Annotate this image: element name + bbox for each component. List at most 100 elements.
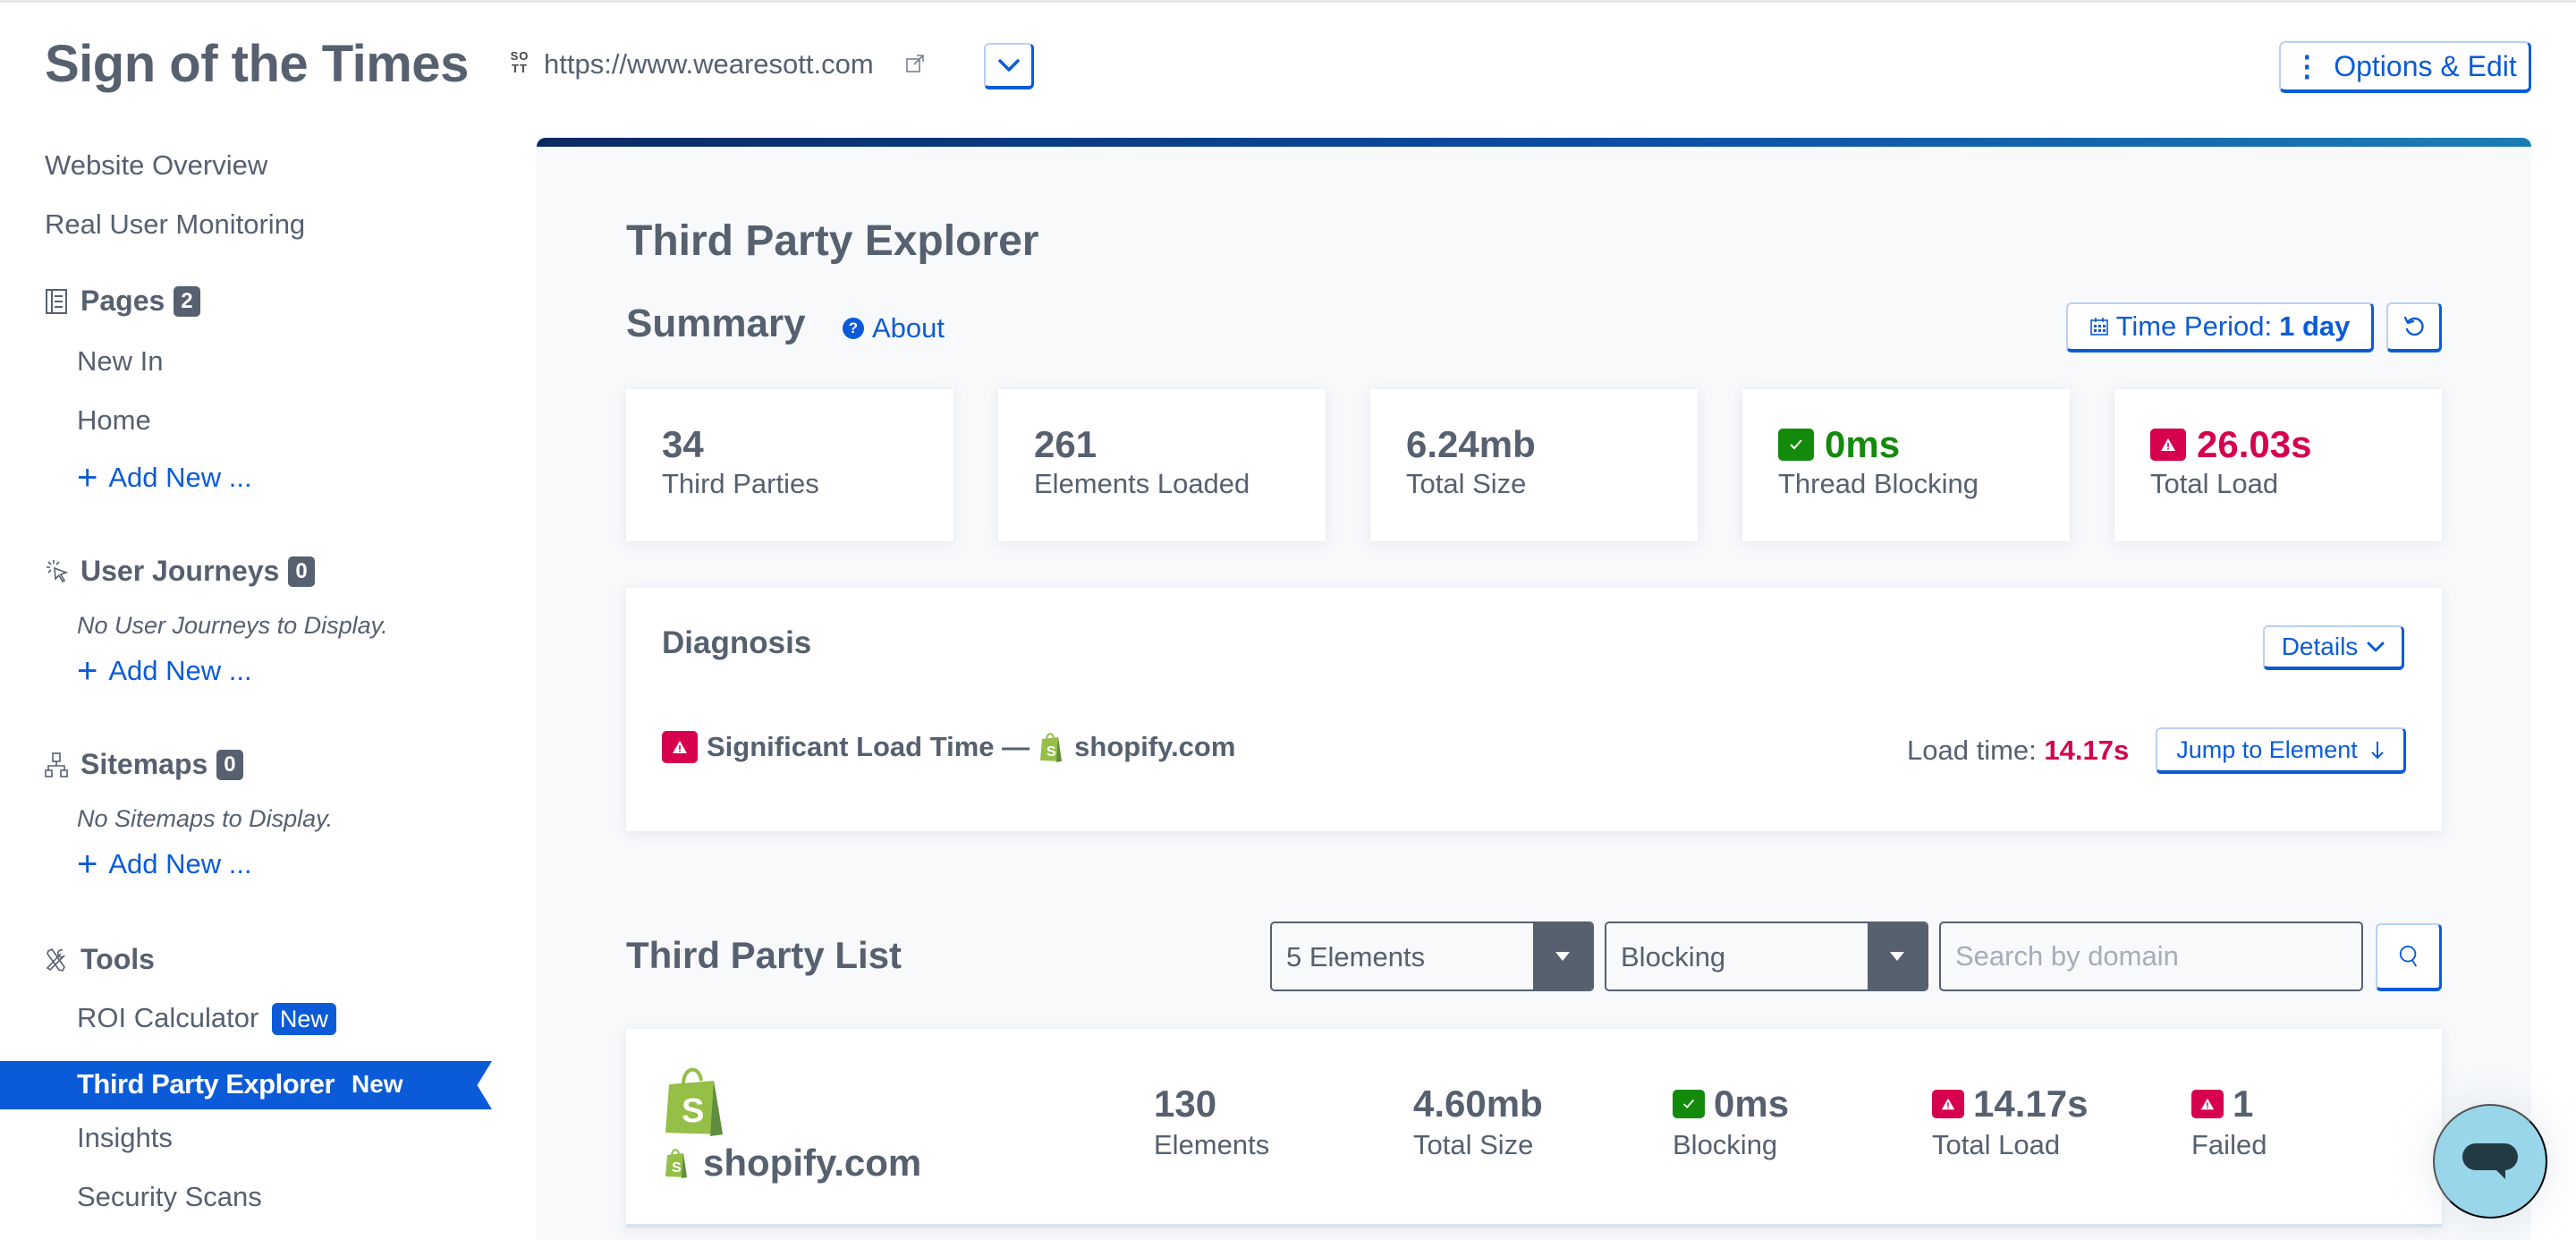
metric-elements: 130 Elements [1154, 1083, 1269, 1161]
diagnosis-title: Diagnosis [662, 625, 812, 660]
load-time-label: Load time: [1907, 735, 2037, 766]
calendar-icon [2089, 318, 2108, 335]
stat-value: 6.24mb [1406, 423, 1536, 465]
add-sitemap-label: Add New ... [108, 848, 252, 879]
stat-card-total-load: 26.03s Total Load [2114, 389, 2442, 541]
load-time-value: 14.17s [2044, 735, 2130, 766]
time-period-button[interactable]: Time Period: 1 day [2066, 302, 2374, 352]
search-icon [2399, 946, 2417, 967]
arrow-down-icon [2371, 742, 2384, 760]
chat-support-button[interactable] [2433, 1104, 2547, 1219]
third-party-domain: S shopify.com [664, 1142, 921, 1185]
sidebar-section-pages[interactable]: Pages 2 [45, 285, 200, 318]
sidebar-item-website-overview[interactable]: Website Overview [45, 149, 267, 182]
stat-value: 0ms [1825, 423, 1901, 465]
sidebar-section-sitemaps[interactable]: Sitemaps 0 [45, 748, 243, 781]
shopify-logo-icon: S [1040, 733, 1063, 762]
site-logo-icon: SO TT [510, 49, 530, 75]
sitemap-icon [45, 752, 68, 777]
new-badge: New [352, 1070, 403, 1098]
element-count-select[interactable]: 5 Elements [1270, 922, 1594, 991]
add-page-link[interactable]: + Add New ... [77, 460, 252, 496]
sidebar-section-user-journeys[interactable]: User Journeys 0 [45, 555, 315, 588]
site-dropdown-button[interactable] [984, 43, 1034, 89]
site-title: Sign of the Times [45, 35, 469, 93]
metric-label: Elements [1154, 1129, 1270, 1160]
pages-count-badge: 2 [174, 285, 200, 317]
metric-value-row: 1 [2191, 1083, 2267, 1125]
stat-value: 34 [662, 423, 704, 465]
sidebar-item-insights[interactable]: Insights [77, 1122, 173, 1154]
sidebar-item-roi-calculator[interactable]: ROI Calculator New [77, 1002, 336, 1035]
user-journeys-label: User Journeys [80, 555, 280, 587]
metric-label: Total Size [1413, 1129, 1534, 1160]
warning-icon [2191, 1090, 2224, 1118]
stat-label: Third Parties [662, 468, 819, 499]
stat-card-third-parties: 34 Third Parties [626, 389, 953, 541]
sidebar-item-rum[interactable]: Real User Monitoring [45, 208, 305, 241]
sort-select[interactable]: Blocking [1605, 922, 1928, 991]
domain-search-input[interactable] [1939, 922, 2363, 991]
check-icon [1673, 1090, 1705, 1118]
stat-value: 261 [1034, 423, 1097, 465]
diagnosis-issue: Significant Load Time — S shopify.com [662, 731, 1235, 763]
options-edit-label: Options & Edit [2334, 49, 2517, 82]
jump-label: Jump to Element [2176, 735, 2358, 763]
third-party-explorer-label: Third Party Explorer [77, 1068, 335, 1100]
stat-label: Thread Blocking [1778, 468, 1979, 499]
third-party-row[interactable]: S S shopify.com 130 Elements 4.60mb Tota… [626, 1029, 2442, 1227]
about-link[interactable]: ? About [843, 312, 945, 344]
metric-label: Failed [2191, 1129, 2267, 1160]
element-count-value: 5 Elements [1286, 941, 1426, 972]
kebab-menu-icon: ⋮ [2292, 50, 2322, 82]
stat-value-row: 0ms [1778, 423, 1900, 466]
user-journeys-empty-text: No User Journeys to Display. [77, 612, 388, 639]
external-link-icon[interactable] [905, 54, 925, 73]
sidebar-section-tools: Tools [45, 943, 155, 976]
warning-icon [1932, 1090, 1964, 1118]
stat-card-total-size: 6.24mb Total Size [1370, 389, 1698, 541]
options-edit-button[interactable]: ⋮ Options & Edit [2279, 41, 2531, 93]
sidebar-page-item[interactable]: Home [77, 404, 151, 437]
refresh-button[interactable] [2386, 302, 2442, 352]
time-period-label: Time Period: [2115, 310, 2273, 342]
chevron-down-icon [997, 59, 1020, 72]
search-button[interactable] [2376, 923, 2442, 991]
stat-value: 26.03s [2197, 423, 2312, 465]
chat-bubble-icon [2462, 1143, 2518, 1179]
sitemaps-empty-text: No Sitemaps to Display. [77, 805, 334, 832]
chevron-down-icon [2367, 641, 2385, 652]
metric-total-load: 14.17s Total Load [1932, 1083, 2088, 1161]
tools-label: Tools [80, 943, 155, 975]
diagnosis-card: Diagnosis Details Significant Load Time … [626, 588, 2442, 831]
sidebar-page-item[interactable]: New In [77, 345, 163, 378]
metric-size: 4.60mb Total Size [1413, 1083, 1543, 1161]
summary-title: Summary [626, 302, 806, 345]
details-button[interactable]: Details [2263, 625, 2404, 670]
page-title: Third Party Explorer [626, 217, 1039, 265]
add-sitemap-link[interactable]: + Add New ... [77, 846, 252, 882]
metric-label: Total Load [1932, 1129, 2061, 1160]
stat-label: Elements Loaded [1034, 468, 1250, 499]
details-label: Details [2281, 633, 2359, 660]
metric-value: 14.17s [1973, 1083, 2089, 1125]
stat-card-thread-blocking: 0ms Thread Blocking [1742, 389, 2070, 541]
warning-icon [2150, 429, 2186, 461]
add-user-journey-link[interactable]: + Add New ... [77, 653, 252, 689]
add-user-journey-label: Add New ... [108, 655, 252, 686]
tools-icon [46, 947, 65, 972]
jump-to-element-button[interactable]: Jump to Element [2156, 727, 2406, 774]
domain-label: shopify.com [703, 1142, 922, 1184]
site-url-link[interactable]: https://www.wearesott.com [544, 48, 874, 81]
issue-label: Significant Load Time — [707, 731, 1030, 762]
sort-value: Blocking [1621, 941, 1726, 972]
metric-blocking: 0ms Blocking [1673, 1083, 1789, 1161]
stat-label: Total Size [1406, 468, 1527, 499]
metric-value: 1 [2233, 1083, 2254, 1125]
stat-card-elements-loaded: 261 Elements Loaded [998, 389, 1326, 541]
sidebar-item-security-scans[interactable]: Security Scans [77, 1181, 262, 1213]
warning-icon [662, 731, 698, 763]
help-icon: ? [843, 318, 864, 339]
pages-icon [46, 288, 67, 314]
metric-value: 4.60mb [1413, 1083, 1543, 1125]
